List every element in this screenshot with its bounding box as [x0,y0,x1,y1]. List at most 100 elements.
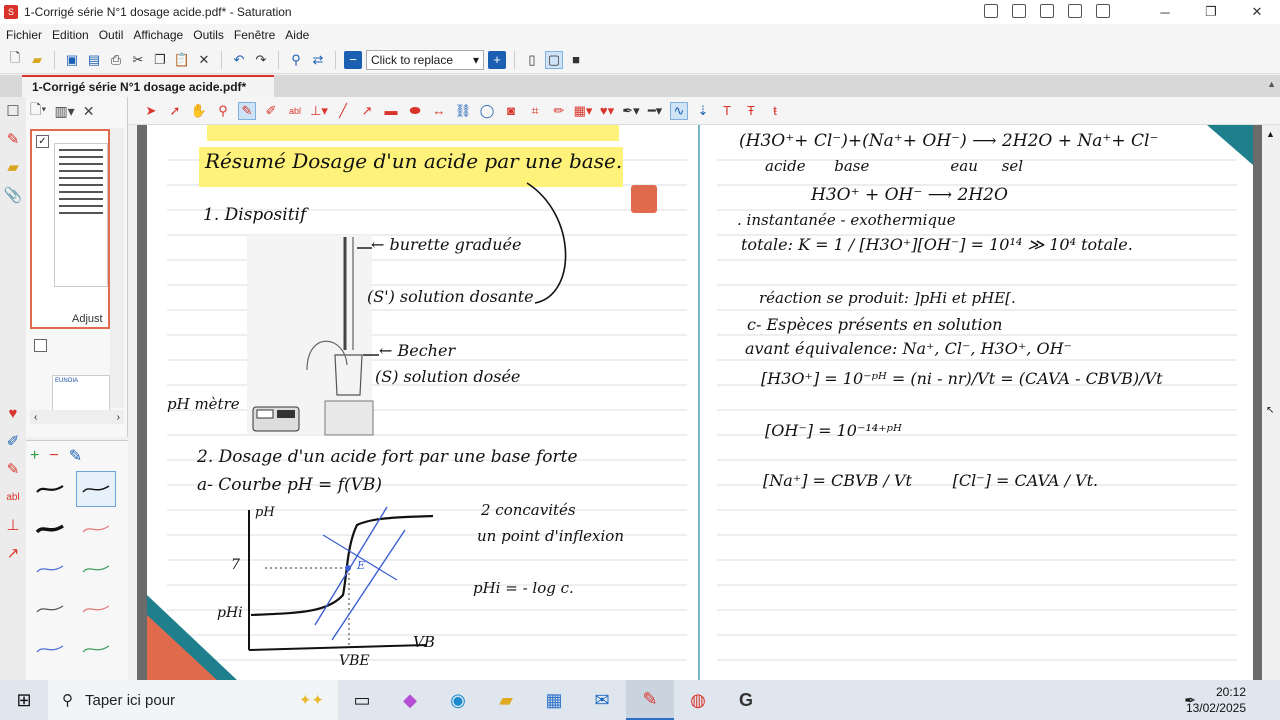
comment-icon[interactable]: ◯ [478,102,496,120]
saturation-app-icon[interactable]: ✎ [626,680,674,720]
pen-preset-green[interactable] [76,551,116,587]
hand-icon[interactable]: ✋ [190,102,208,120]
ellipse-icon[interactable]: ⬬ [406,102,424,120]
file-explorer-icon[interactable]: ▰ [482,680,530,720]
single-page-icon[interactable]: ▯ [523,51,541,69]
g-app-icon[interactable]: G [722,680,770,720]
menu-aide[interactable]: Aide [285,28,309,42]
line-width-icon[interactable]: ━▾ [646,102,664,120]
page-icon[interactable]: 🗋▾ [30,99,46,123]
arrow-line-icon[interactable]: ↗ [358,102,376,120]
favorite-icon[interactable]: ♥ [0,399,26,427]
document-canvas[interactable]: Résumé Dosage d'un acide par une base. 1… [147,125,1253,680]
close-pane-icon[interactable]: ✕ [83,103,95,120]
chevron-left-icon[interactable]: ‹ [34,412,37,423]
system-clock[interactable]: 20:12 13/02/2025 [1186,684,1246,716]
menu-outil[interactable]: Outil [99,28,124,42]
windows-start-icon[interactable]: ⊞ [0,680,48,720]
edit-pen-icon[interactable]: ✎ [69,446,82,466]
cut-icon[interactable]: ✂ [129,51,147,69]
delete-icon[interactable]: ✕ [195,51,213,69]
smooth-stroke-icon[interactable]: ∿ [670,101,688,120]
rectangle-icon[interactable]: ▬ [382,102,400,120]
replace-icon[interactable]: ⇄ [309,51,327,69]
replace-select[interactable]: Click to replace ▾ [366,49,484,70]
attachment-icon[interactable]: 📎 [0,181,26,209]
zoom-icon[interactable]: ⚲ [214,102,232,120]
eraser-icon[interactable]: ✐ [262,102,280,120]
outlook-icon[interactable]: ✉ [578,680,626,720]
marker-icon[interactable]: ✎ [0,455,26,483]
close-button[interactable]: ✕ [1234,0,1280,24]
ruler-icon[interactable]: ✏ [550,102,568,120]
arrow-tool-icon[interactable]: ↗ [0,539,26,567]
pen-preset-blue[interactable] [30,551,70,587]
page-thumbnail-2[interactable]: EUNOIA [30,339,110,419]
pen-preset-black-selected[interactable] [76,471,116,507]
highlighter-icon[interactable]: ✐ [0,427,26,455]
chrome-icon[interactable]: ◍ [674,680,722,720]
new-file-icon[interactable]: 🗋 [6,50,24,69]
minimize-button[interactable]: ─ [1142,0,1188,24]
store-icon[interactable]: ▦ [530,680,578,720]
pen-preset-green-2[interactable] [76,631,116,667]
text-strike-icon[interactable]: ŧ [766,102,784,120]
thumbnail-scrollbar[interactable] [110,128,124,408]
favorites-icon[interactable]: ♥▾ [598,102,616,120]
vertical-scrollbar[interactable]: ▲ ↖ [1262,125,1280,680]
pen-preset-blue-2[interactable] [30,631,70,667]
layout-icon[interactable] [1040,4,1054,18]
pen-color-icon[interactable]: ✒▾ [622,102,640,120]
find-icon[interactable]: ⚲ [287,51,305,69]
pen-preset-pink[interactable] [76,591,116,627]
image-icon[interactable]: ▦▾ [574,102,593,120]
stamp-icon[interactable]: ⊥ [0,511,26,539]
checkbox-icon[interactable]: ☐ [0,97,26,125]
pen-tool-icon[interactable]: ✎ [0,125,26,153]
restore-button[interactable]: ❐ [1188,0,1234,24]
chevron-up-icon[interactable]: ▲ [1267,79,1276,89]
measure-icon[interactable]: ↔ [430,102,448,120]
text-box-icon[interactable]: abl [0,483,26,511]
tab-document[interactable]: 1-Corrigé série N°1 dosage acide.pdf* [22,75,274,97]
print-icon[interactable]: ⎙ [107,51,125,69]
line-icon[interactable]: ╱ [334,102,352,120]
copilot-icon[interactable]: ◆ [386,680,434,720]
remove-icon[interactable]: − [49,447,58,465]
camera-icon[interactable]: ◙ [502,102,520,120]
stamp-icon[interactable]: ⊥▾ [310,102,328,120]
folder-icon[interactable]: ▰ [0,153,26,181]
tablet-icon[interactable] [1012,4,1026,18]
redo-icon[interactable]: ↷ [252,51,270,69]
save-icon[interactable]: ▣ [63,51,81,69]
edge-icon[interactable]: ◉ [434,680,482,720]
page-thumbnail-1[interactable]: ✓ Adjust [30,129,110,329]
thumbnail-checkbox[interactable]: ✓ [36,135,49,148]
snap-icon[interactable]: ⇣ [694,102,712,120]
menu-edition[interactable]: Edition [52,28,89,42]
columns-icon[interactable]: ▥▾ [54,103,74,120]
add-icon[interactable]: + [30,447,39,465]
pen-preset-black-thick[interactable] [30,511,70,547]
textbox-icon[interactable]: abl [286,102,304,120]
fit-page-icon[interactable]: ▢ [545,50,563,69]
select-arrow-icon[interactable]: ➤ [142,102,160,120]
menu-fichier[interactable]: Fichier [6,28,42,42]
thumbnail-checkbox[interactable] [34,339,47,352]
crop-icon[interactable]: ⌗ [526,102,544,120]
screen-icon[interactable] [984,4,998,18]
paste-icon[interactable]: 📋 [173,51,191,69]
text-highlight-icon[interactable]: Ŧ [742,102,760,120]
text-underline-icon[interactable]: T [718,102,736,120]
taskbar-search[interactable]: ⚲ Taper ici pour ✦✦ [48,680,338,720]
pen-preset-red[interactable] [76,511,116,547]
copy-icon[interactable]: ❐ [151,51,169,69]
chevron-up-icon[interactable]: ▲ [1266,129,1275,139]
pen-preset-black-thin[interactable] [30,471,70,507]
link-icon[interactable]: ⛓ [454,102,472,120]
gallery-icon[interactable] [1068,4,1082,18]
chevron-right-icon[interactable]: › [117,412,120,423]
menu-outils[interactable]: Outils [193,28,224,42]
pin-icon[interactable] [1096,4,1110,18]
save-as-icon[interactable]: ▤ [85,51,103,69]
